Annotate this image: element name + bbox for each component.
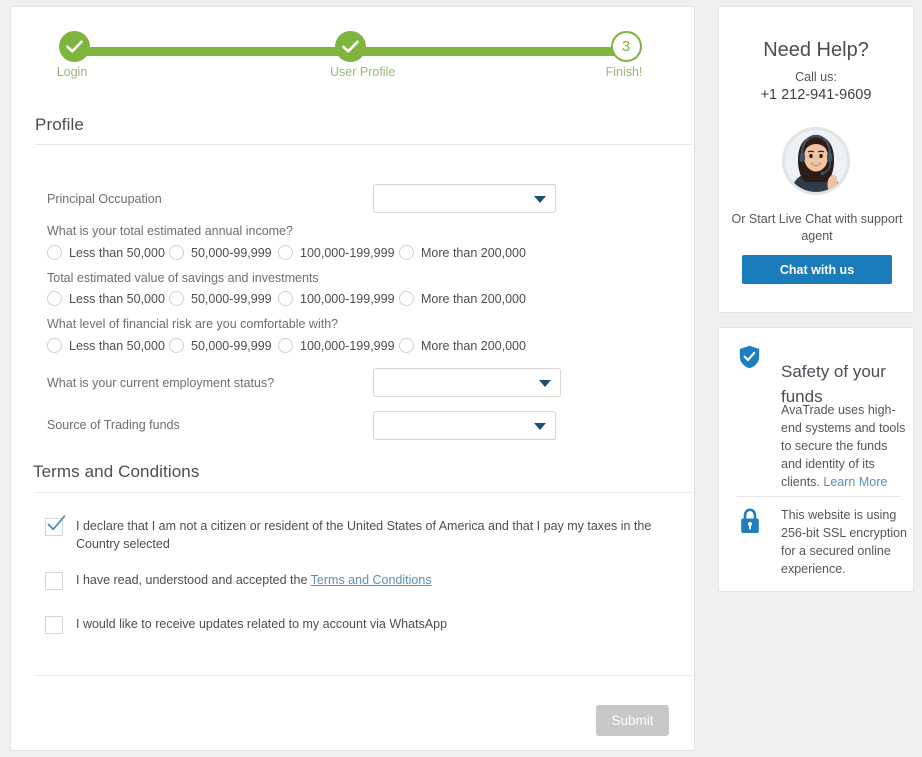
savings-value-radio-group: Less than 50,000 50,000-99,999 100,000-1…: [47, 290, 567, 312]
declaration-checkbox-label: I declare that I am not a citizen or res…: [76, 519, 652, 551]
need-help-title: Need Help?: [763, 39, 869, 61]
radio-label: More than 200,000: [421, 246, 526, 260]
radio-label: More than 200,000: [421, 292, 526, 306]
annual-income-option-2[interactable]: 100,000-199,999: [278, 244, 395, 266]
risk-level-radio-group: Less than 50,000 50,000-99,999 100,000-1…: [47, 337, 567, 359]
radio-circle[interactable]: [278, 338, 293, 353]
stepper-step-user-profile[interactable]: User Profile: [330, 31, 396, 79]
employment-status-label: What is your current employment status?: [47, 376, 275, 390]
stepper-step-user-profile-label: User Profile: [330, 65, 396, 79]
support-agent-photo: [785, 130, 847, 192]
stepper-step-finish-label: Finish!: [605, 65, 643, 79]
annual-income-option-3[interactable]: More than 200,000: [399, 244, 526, 266]
support-agent-avatar: [782, 127, 850, 195]
savings-value-option-3[interactable]: More than 200,000: [399, 290, 526, 312]
stepper-step-finish-circle: 3: [610, 31, 642, 62]
stepper-step-login-circle: [58, 31, 90, 62]
radio-circle[interactable]: [278, 245, 293, 260]
radio-circle[interactable]: [278, 291, 293, 306]
whatsapp-updates-checkbox[interactable]: [45, 616, 63, 634]
stepper-step-finish-number: 3: [621, 38, 631, 55]
stepper-step-user-profile-circle: [334, 31, 366, 62]
chat-with-us-button[interactable]: Chat with us: [742, 255, 892, 284]
radio-label: 100,000-199,999: [300, 339, 395, 353]
radio-circle[interactable]: [47, 245, 62, 260]
submit-button[interactable]: Submit: [596, 705, 669, 736]
ssl-encryption-body: This website is using 256-bit SSL encryp…: [781, 508, 908, 576]
safety-card-divider: [737, 496, 901, 497]
source-of-funds-label: Source of Trading funds: [47, 418, 180, 432]
savings-value-option-2[interactable]: 100,000-199,999: [278, 290, 395, 312]
call-us-label: Call us:: [795, 70, 837, 84]
safety-of-funds-card: Safety of your funds AvaTrade uses high-…: [718, 327, 914, 592]
savings-value-option-0[interactable]: Less than 50,000: [47, 290, 165, 312]
accept-terms-checkbox-label: I have read, understood and accepted the…: [76, 571, 496, 589]
stepper-step-login-label: Login: [56, 65, 88, 79]
declaration-checkbox[interactable]: [45, 515, 66, 536]
radio-label: More than 200,000: [421, 339, 526, 353]
source-of-funds-select[interactable]: [373, 411, 556, 440]
check-icon: [65, 40, 83, 53]
terms-section-divider: [35, 492, 691, 493]
radio-circle[interactable]: [169, 245, 184, 260]
chevron-down-icon: [534, 196, 546, 203]
radio-circle[interactable]: [169, 291, 184, 306]
chevron-down-icon: [539, 380, 551, 387]
progress-stepper: Login User Profile 3 Finish!: [54, 31, 646, 87]
accept-terms-checkbox[interactable]: [45, 572, 63, 590]
annual-income-option-1[interactable]: 50,000-99,999: [169, 244, 272, 266]
savings-value-question: Total estimated value of savings and inv…: [47, 271, 319, 285]
annual-income-option-0[interactable]: Less than 50,000: [47, 244, 165, 266]
annual-income-question: What is your total estimated annual inco…: [47, 224, 293, 238]
radio-label: Less than 50,000: [69, 339, 165, 353]
stepper-step-finish[interactable]: 3 Finish!: [606, 31, 646, 79]
radio-circle[interactable]: [169, 338, 184, 353]
support-phone-number[interactable]: +1 212-941-9609: [719, 87, 913, 103]
radio-label: 100,000-199,999: [300, 292, 395, 306]
radio-label: 50,000-99,999: [191, 292, 272, 306]
risk-level-option-2[interactable]: 100,000-199,999: [278, 337, 395, 359]
accept-terms-text: I have read, understood and accepted the: [76, 573, 311, 587]
radio-circle[interactable]: [47, 291, 62, 306]
check-icon: [341, 40, 359, 53]
radio-circle[interactable]: [399, 338, 414, 353]
annual-income-radio-group: Less than 50,000 50,000-99,999 100,000-1…: [47, 244, 567, 266]
savings-value-option-1[interactable]: 50,000-99,999: [169, 290, 272, 312]
radio-label: Less than 50,000: [69, 246, 165, 260]
form-footer-divider: [35, 675, 691, 676]
radio-circle[interactable]: [47, 338, 62, 353]
radio-circle[interactable]: [399, 291, 414, 306]
terms-section-title: Terms and Conditions: [33, 462, 200, 481]
safety-of-funds-body: AvaTrade uses high-end systems and tools…: [781, 401, 906, 491]
radio-label: 50,000-99,999: [191, 339, 272, 353]
check-icon: [47, 515, 66, 531]
principal-occupation-select[interactable]: [373, 184, 556, 213]
stepper-step-login[interactable]: Login: [54, 31, 94, 79]
need-help-card: Need Help? Call us: +1 212-941-9609 Or S…: [718, 6, 914, 313]
risk-level-option-1[interactable]: 50,000-99,999: [169, 337, 272, 359]
learn-more-link[interactable]: Learn More: [823, 475, 887, 489]
employment-status-select[interactable]: [373, 368, 561, 397]
chevron-down-icon: [534, 423, 546, 430]
profile-section-title: Profile: [35, 115, 84, 134]
radio-label: 50,000-99,999: [191, 246, 272, 260]
registration-form-card: Login User Profile 3 Finish! Profile Pri…: [10, 6, 695, 751]
risk-level-option-0[interactable]: Less than 50,000: [47, 337, 165, 359]
lock-icon: [741, 508, 759, 533]
risk-level-option-3[interactable]: More than 200,000: [399, 337, 526, 359]
terms-and-conditions-link[interactable]: Terms and Conditions: [311, 573, 432, 587]
radio-label: Less than 50,000: [69, 292, 165, 306]
radio-circle[interactable]: [399, 245, 414, 260]
whatsapp-updates-checkbox-label: I would like to receive updates related …: [76, 617, 448, 631]
risk-level-question: What level of financial risk are you com…: [47, 317, 339, 331]
radio-label: 100,000-199,999: [300, 246, 395, 260]
principal-occupation-label: Principal Occupation: [47, 192, 162, 206]
shield-check-icon: [739, 345, 760, 369]
live-chat-description: Or Start Live Chat with support agent: [731, 212, 903, 243]
profile-section-divider: [35, 144, 691, 145]
